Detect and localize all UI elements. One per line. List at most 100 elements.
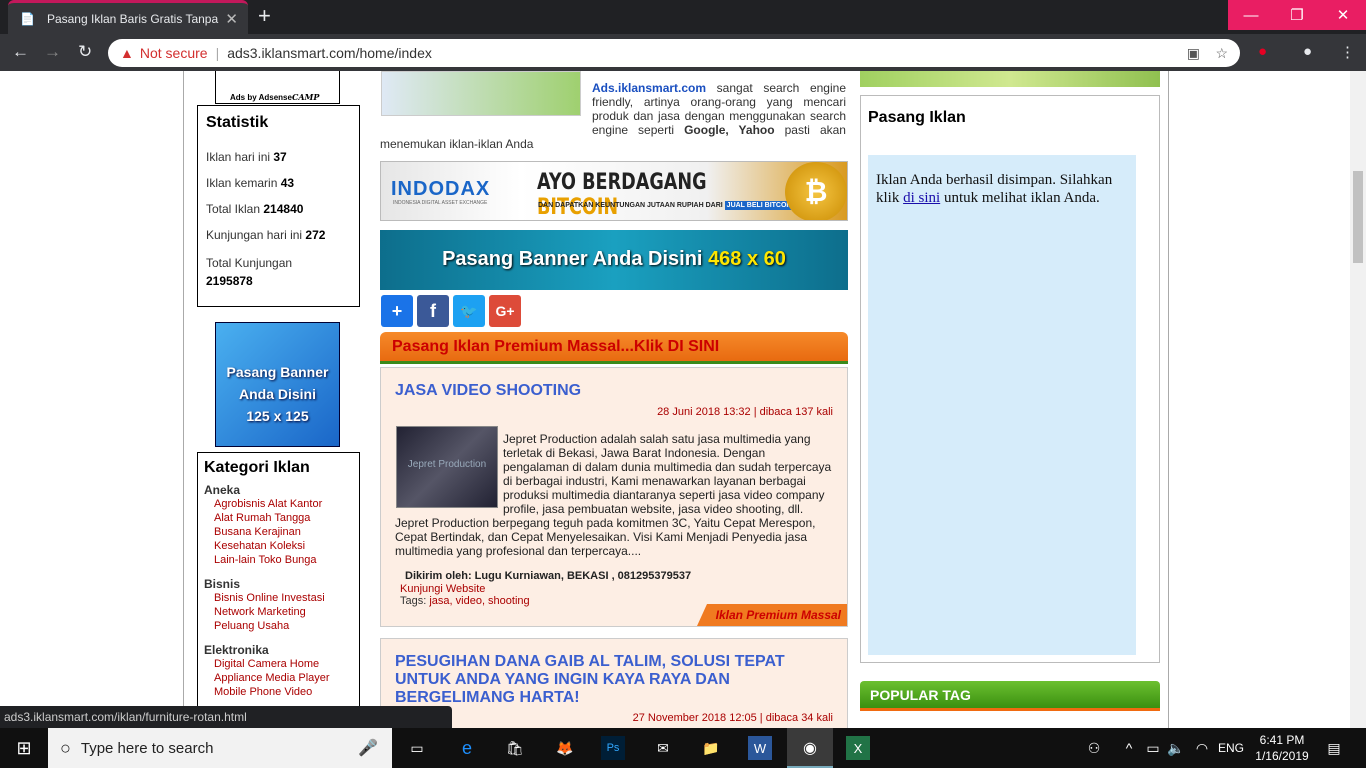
chrome-taskbar-item[interactable]: ◉ bbox=[787, 728, 833, 768]
restore-icon[interactable]: ❐ bbox=[1274, 0, 1320, 30]
category-link[interactable]: Network Marketing bbox=[204, 605, 353, 619]
category-link[interactable]: Peluang Usaha bbox=[204, 619, 353, 633]
page-content: Ads by AdsenseCAMP Statistik Iklan hari … bbox=[0, 71, 1350, 728]
browser-tab[interactable]: 📄 Pasang Iklan Baris Gratis Tanpa D ✕ bbox=[8, 0, 248, 34]
ads-widget[interactable]: Ads by AdsenseCAMP bbox=[215, 71, 340, 104]
close-window-icon[interactable]: ✕ bbox=[1320, 0, 1366, 30]
language-indicator[interactable]: ENG bbox=[1218, 741, 1244, 755]
volume-icon[interactable]: 🔈 bbox=[1164, 736, 1188, 760]
banner125-line: Anda Disini bbox=[238, 386, 316, 402]
word-icon[interactable]: W bbox=[748, 736, 772, 760]
category-group: Elektronika bbox=[204, 643, 269, 657]
file-explorer-icon[interactable]: 📁 bbox=[699, 736, 723, 760]
listing-card: JASA VIDEO SHOOTING 28 Juni 2018 13:32 |… bbox=[380, 367, 848, 627]
chrome-icon: ◉ bbox=[803, 740, 817, 757]
category-link[interactable]: Busana Kerajinan bbox=[204, 525, 353, 539]
reload-icon[interactable]: ↻ bbox=[78, 42, 92, 62]
float-spacer bbox=[395, 432, 503, 512]
banner-468[interactable]: Pasang Banner Anda Disini 468 x 60 bbox=[380, 230, 848, 290]
indodax-banner[interactable]: INDODAX INDONESIA DIGITAL ASSET EXCHANGE… bbox=[380, 161, 848, 221]
success-message: Iklan Anda berhasil disimpan. Silahkan k… bbox=[868, 155, 1136, 655]
address-bar: ← → ↻ ▲ Not secure | ads3.iklansmart.com… bbox=[0, 34, 1366, 71]
right-banner[interactable] bbox=[860, 71, 1160, 87]
ads-brand[interactable]: Ads.iklansmart.com bbox=[592, 81, 706, 95]
stat-row: Iklan kemarin 43 bbox=[206, 176, 295, 190]
twitter-icon[interactable]: 🐦 bbox=[453, 295, 485, 327]
statistik-box: Statistik Iklan hari ini 37 Iklan kemari… bbox=[197, 105, 360, 307]
category-link[interactable]: Agrobisnis Alat Kantor bbox=[204, 497, 353, 511]
listing-tags: Tags: jasa, video, shooting bbox=[400, 595, 530, 607]
tag-links[interactable]: jasa, video, shooting bbox=[429, 595, 529, 607]
bookmark-star-icon[interactable]: ☆ bbox=[1215, 45, 1228, 62]
pasang-iklan-title: Pasang Iklan bbox=[868, 109, 966, 126]
not-secure-label: Not secure bbox=[139, 45, 208, 61]
browser-tabbar: 📄 Pasang Iklan Baris Gratis Tanpa D ✕ + … bbox=[0, 0, 1366, 34]
share-plus-icon[interactable]: + bbox=[381, 295, 413, 327]
listing-poster: Dikirim oleh: Lugu Kurniawan, BEKASI , 0… bbox=[405, 570, 692, 582]
category-link[interactable]: Lain-lain Toko Bunga bbox=[204, 553, 353, 567]
ads-by-label: Ads by AdsenseCAMP bbox=[230, 92, 320, 102]
category-link[interactable]: Bisnis Online Investasi bbox=[204, 591, 353, 605]
scrollbar-thumb[interactable] bbox=[1353, 171, 1363, 263]
menu-icon[interactable]: ⋮ bbox=[1340, 43, 1355, 61]
minimize-icon[interactable]: — bbox=[1228, 0, 1274, 30]
premium-badge: Iklan Premium Massal bbox=[697, 604, 847, 626]
edge-icon[interactable]: e bbox=[455, 736, 479, 760]
excel-icon[interactable]: X bbox=[846, 736, 870, 760]
google-plus-icon[interactable]: G+ bbox=[489, 295, 521, 327]
clock-time: 6:41 PM bbox=[1259, 733, 1305, 747]
taskbar: ⊞ ○ Type here to search 🎤 ▭ e 🛍 🦊 Ps ✉ 📁… bbox=[0, 728, 1366, 768]
microphone-icon[interactable]: 🎤 bbox=[358, 738, 378, 758]
task-view-icon[interactable]: ▭ bbox=[405, 736, 429, 760]
category-group: Bisnis bbox=[204, 577, 241, 591]
listing-title[interactable]: JASA VIDEO SHOOTING bbox=[395, 382, 581, 400]
clock-date: 1/16/2019 bbox=[1255, 749, 1309, 763]
notification-icon[interactable]: ▤ bbox=[1322, 736, 1346, 760]
banner468-text: Pasang Banner Anda Disini bbox=[442, 248, 709, 270]
url-text: ads3.iklansmart.com/home/index bbox=[227, 45, 432, 61]
pinterest-icon[interactable]: ● bbox=[1258, 43, 1267, 60]
forward-icon[interactable]: → bbox=[44, 42, 61, 62]
pasang-iklan-panel: Pasang Iklan Iklan Anda berhasil disimpa… bbox=[860, 95, 1160, 663]
translate-icon[interactable]: ▣ bbox=[1187, 45, 1200, 62]
website-link[interactable]: Kunjungi Website bbox=[400, 583, 485, 595]
firefox-icon[interactable]: 🦊 bbox=[553, 736, 577, 760]
premium-bar[interactable]: Pasang Iklan Premium Massal...Klik DI SI… bbox=[380, 332, 848, 364]
scrollbar[interactable] bbox=[1350, 71, 1366, 728]
mail-icon[interactable]: ✉ bbox=[651, 736, 675, 760]
bitcoin-cta: JUAL BELI BITCOIN bbox=[724, 201, 796, 210]
windows-start-icon[interactable]: ⊞ bbox=[12, 736, 36, 760]
ads-description: Ads.iklansmart.com sangat search engine … bbox=[380, 81, 846, 151]
url-field[interactable]: ▲ Not secure | ads3.iklansmart.com/home/… bbox=[108, 39, 1240, 67]
profile-avatar[interactable]: ● bbox=[1303, 43, 1312, 60]
banner125-line: Pasang Banner bbox=[226, 364, 329, 380]
new-tab-icon[interactable]: + bbox=[258, 3, 271, 29]
battery-icon[interactable]: ▭ bbox=[1141, 736, 1165, 760]
popular-tag-header: POPULAR TAG bbox=[860, 681, 1160, 711]
category-link[interactable]: Alat Rumah Tangga bbox=[204, 511, 353, 525]
taskbar-search[interactable]: ○ Type here to search 🎤 bbox=[48, 728, 392, 768]
listing-meta: 28 Juni 2018 13:32 | dibaca 137 kali bbox=[657, 406, 833, 418]
bitcoin-headline: AYO BERDAGANG bbox=[537, 170, 707, 195]
banner-125[interactable]: Pasang Banner Anda Disini 125 x 125 bbox=[215, 322, 340, 447]
photoshop-icon[interactable]: Ps bbox=[601, 736, 625, 760]
close-tab-icon[interactable]: ✕ bbox=[225, 10, 238, 28]
category-link[interactable]: Kesehatan Koleksi bbox=[204, 539, 353, 553]
store-icon[interactable]: 🛍 bbox=[503, 736, 527, 760]
search-placeholder: Type here to search bbox=[80, 739, 214, 757]
category-link[interactable]: Digital Camera Home bbox=[204, 657, 353, 671]
listing-title[interactable]: PESUGIHAN DANA GAIB AL TALIM, SOLUSI TEP… bbox=[395, 653, 815, 707]
bitcoin-coin-icon: ₿ bbox=[785, 162, 847, 220]
listing-meta: 27 November 2018 12:05 | dibaca 34 kali bbox=[632, 712, 833, 724]
kategori-box: Kategori Iklan Aneka Agrobisnis Alat Kan… bbox=[197, 452, 360, 712]
back-icon[interactable]: ← bbox=[12, 42, 29, 62]
view-ad-link[interactable]: di sini bbox=[903, 190, 940, 206]
facebook-icon[interactable]: f bbox=[417, 295, 449, 327]
warning-icon: ▲ bbox=[120, 45, 134, 61]
clock[interactable]: 6:41 PM 1/16/2019 bbox=[1252, 732, 1312, 764]
category-link[interactable]: Appliance Media Player bbox=[204, 671, 353, 685]
category-link[interactable]: Mobile Phone Video bbox=[204, 685, 353, 699]
people-icon[interactable]: ⚇ bbox=[1082, 736, 1106, 760]
wifi-icon[interactable]: ◠ bbox=[1190, 736, 1214, 760]
chevron-up-icon[interactable]: ^ bbox=[1117, 736, 1141, 760]
